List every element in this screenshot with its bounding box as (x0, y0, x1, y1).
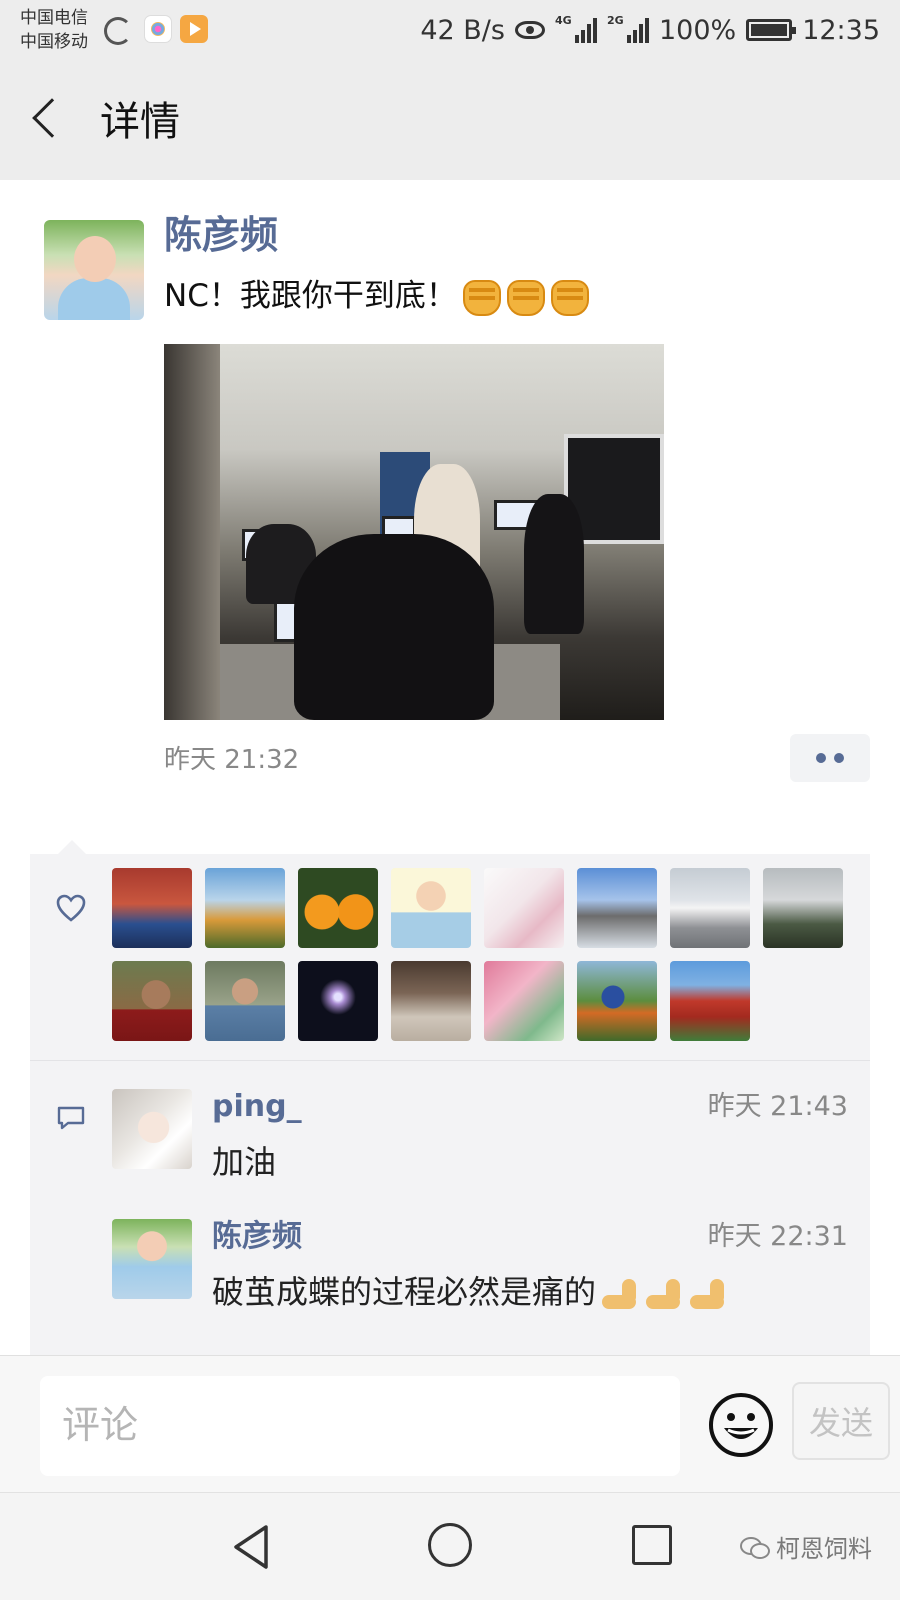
clock: 12:35 (802, 14, 880, 46)
page-title: 详情 (100, 99, 180, 145)
post-photo[interactable] (164, 344, 664, 720)
signal-4g-icon: 4G (554, 14, 597, 43)
top-nav: 详情 (0, 64, 900, 180)
flexed-biceps-icon (688, 1277, 728, 1311)
avatar-baby-body (58, 278, 130, 320)
like-avatar[interactable] (298, 868, 378, 948)
like-avatar[interactable] (205, 961, 285, 1041)
comment-avatar[interactable] (112, 1219, 192, 1299)
photo-person (524, 494, 584, 634)
comments-panel: ping_ 昨天 21:43 加油 陈彦频 昨天 22:31 破茧成蝶的过程必然… (30, 1061, 870, 1355)
comment-text: 破茧成蝶的过程必然是痛的 (212, 1269, 728, 1315)
photo-wall (164, 344, 220, 720)
like-avatar[interactable] (391, 868, 471, 948)
like-avatar[interactable] (112, 868, 192, 948)
fist-emoji-icon (506, 279, 545, 316)
send-button[interactable]: 发送 (792, 1382, 890, 1460)
like-avatar[interactable] (484, 961, 564, 1041)
post-author-name[interactable]: 陈彦频 (164, 208, 278, 262)
like-avatar[interactable] (484, 868, 564, 948)
like-avatar[interactable] (577, 868, 657, 948)
avatar-baby-face (74, 236, 116, 282)
video-app-icon (180, 15, 208, 43)
more-actions-button[interactable] (790, 734, 870, 782)
signal-2g-icon: 2G (606, 14, 649, 43)
comment-item[interactable]: 陈彦频 昨天 22:31 破茧成蝶的过程必然是痛的 (112, 1219, 852, 1329)
signal-2g-tag: 2G (606, 14, 624, 27)
post-author-avatar[interactable] (44, 220, 144, 320)
carrier-1: 中国电信 (20, 8, 88, 28)
fist-emoji-icon (550, 279, 589, 316)
dot-icon (816, 753, 826, 763)
battery-icon (746, 19, 797, 41)
like-avatar[interactable] (391, 961, 471, 1041)
net-speed: 42 B/s (420, 14, 505, 46)
comment-time: 昨天 22:31 (707, 1221, 848, 1252)
flexed-biceps-icon (644, 1277, 684, 1311)
carrier-info: 中国电信 中国移动 (20, 6, 88, 54)
comment-bubble-icon (57, 1106, 85, 1130)
carrier-2: 中国移动 (20, 32, 88, 52)
watermark-text: 柯恩饲料 (776, 1535, 872, 1563)
back-arrow-icon[interactable] (32, 98, 72, 138)
nav-back-icon[interactable] (228, 1521, 276, 1573)
dot-icon (834, 753, 844, 763)
like-avatar[interactable] (112, 961, 192, 1041)
battery-percent: 100% (658, 14, 737, 46)
comment-item[interactable]: ping_ 昨天 21:43 加油 (112, 1089, 852, 1199)
like-avatar[interactable] (205, 868, 285, 948)
likes-panel (30, 854, 870, 1060)
fist-emoji-icon (462, 279, 501, 316)
post-time: 昨天 21:32 (164, 745, 300, 775)
nav-recent-apps-icon[interactable] (632, 1525, 672, 1565)
flexed-biceps-icon (600, 1277, 640, 1311)
comment-text-body: 破茧成蝶的过程必然是痛的 (212, 1273, 597, 1311)
comment-author[interactable]: 陈彦频 (212, 1215, 302, 1259)
nav-home-icon[interactable] (428, 1523, 472, 1567)
watermark: 柯恩饲料 (740, 1529, 872, 1564)
like-avatar[interactable] (577, 961, 657, 1041)
comment-input[interactable] (40, 1376, 680, 1476)
comment-time: 昨天 21:43 (707, 1091, 848, 1122)
system-nav-bar: 柯恩饲料 (0, 1492, 900, 1600)
post-text: NC！我跟你干到底！ (164, 272, 589, 320)
heart-icon (56, 894, 86, 922)
photo-person (294, 534, 494, 720)
comment-text: 加油 (212, 1143, 277, 1181)
emoji-picker-icon[interactable] (708, 1392, 774, 1458)
comment-avatar[interactable] (112, 1089, 192, 1169)
like-avatar[interactable] (298, 961, 378, 1041)
like-avatar[interactable] (670, 868, 750, 948)
like-avatar[interactable] (670, 961, 750, 1041)
comment-author[interactable]: ping_ (212, 1085, 302, 1129)
panel-arrow (58, 840, 86, 854)
post-text-body: NC！我跟你干到底！ (164, 278, 457, 314)
eye-comfort-icon (514, 21, 545, 39)
sync-icon (104, 17, 132, 45)
photos-app-icon (144, 15, 172, 43)
wechat-icon (740, 1535, 770, 1559)
signal-4g-tag: 4G (554, 14, 572, 27)
status-indicators: 42 B/s 4G 2G 100% 12:35 (420, 12, 880, 48)
status-bar: 中国电信 中国移动 42 B/s 4G 2G 100% 12:35 (0, 0, 900, 64)
like-avatar[interactable] (763, 868, 843, 948)
comment-input-bar: 发送 (0, 1355, 900, 1492)
